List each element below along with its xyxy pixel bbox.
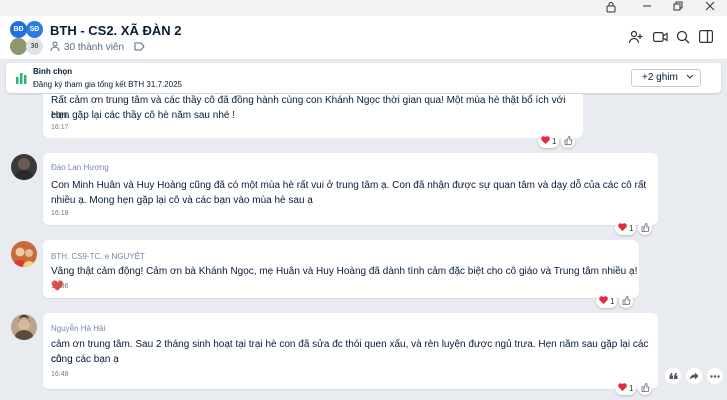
restore-icon[interactable] [671, 1, 685, 15]
reaction-group[interactable]: 1 [615, 379, 653, 397]
heart-reaction[interactable]: 1 [615, 381, 637, 395]
like-button[interactable] [619, 292, 634, 310]
close-icon[interactable] [703, 1, 717, 15]
search-icon[interactable] [676, 30, 692, 46]
message-line: Vâng thật cảm động! Cảm ơn bà Khánh Ngọc… [51, 266, 638, 292]
reaction-count: 1 [629, 383, 634, 393]
forward-icon[interactable] [686, 368, 702, 384]
like-button[interactable] [638, 219, 653, 237]
message-bubble[interactable]: Nguyễn Hà Hải cảm ơn trung tâm. Sau 2 th… [43, 313, 658, 389]
conversation-header: BĐ SĐ 30 BTH - CS2. XÃ ĐÀN 2 30 thành vi… [0, 16, 727, 60]
poll-icon [16, 71, 27, 89]
group-name: BTH - CS2. XÃ ĐÀN 2 [50, 23, 182, 38]
sender-name[interactable]: BTH. CS9-TC. e NGUYỆT [51, 252, 145, 261]
add-member-icon[interactable] [628, 30, 645, 46]
thumbs-up-icon [622, 292, 631, 310]
heart-icon [618, 383, 627, 393]
minimize-icon[interactable] [640, 1, 654, 15]
thumbs-up-icon [564, 132, 573, 150]
thumbs-up-icon [641, 379, 650, 397]
avatar-right: SĐ [26, 21, 43, 38]
window-title-bar [0, 0, 727, 16]
message-line: nhiều ạ. Mong hẹn gặp lại cô và các bạn … [51, 195, 313, 206]
user-icon [50, 41, 60, 54]
message-line: cảm ơn trung tâm. Sau 2 tháng sinh hoạt … [51, 339, 649, 365]
message-time: 16:48 [51, 371, 69, 378]
pinned-title: Bình chọn [33, 67, 73, 76]
sidebar-toggle-icon[interactable] [699, 30, 715, 46]
pinned-message-bar[interactable]: Bình chọn Đăng ký tham gia tổng kết BTH … [6, 63, 721, 93]
avatar-count: 30 [26, 38, 43, 55]
reaction-count: 1 [552, 136, 557, 146]
message-line: cùng các bạn ạ [51, 354, 119, 365]
message-line: Hẹn gặp lại các thầy cô hè năm sau nhé ! [51, 110, 236, 121]
heart-reaction[interactable]: 1 [538, 134, 560, 148]
avatar-left: BĐ [10, 21, 27, 38]
message-bubble[interactable]: BTH. CS9-TC. e NGUYỆT Vâng thật cảm động… [43, 240, 639, 298]
heart-icon [599, 296, 608, 306]
avatar[interactable] [11, 241, 37, 267]
message-line: Con Minh Huân và Huy Hoàng cũng đã có mộ… [51, 180, 647, 191]
lock-icon[interactable] [604, 1, 618, 15]
heart-reaction[interactable]: 1 [596, 294, 618, 308]
avatar[interactable] [11, 154, 37, 180]
sender-name[interactable]: Nguyễn Hà Hải [51, 324, 105, 333]
more-options-icon[interactable] [707, 368, 723, 384]
member-count: 30 thành viên [64, 42, 125, 53]
video-call-icon[interactable] [653, 30, 669, 46]
more-pins-button[interactable]: +2 ghim [631, 69, 701, 87]
tag-icon[interactable] [134, 42, 145, 54]
like-button[interactable] [638, 379, 653, 397]
heart-icon [541, 136, 550, 146]
chevron-down-icon [686, 70, 694, 86]
avatar-photo [10, 38, 27, 55]
thumbs-up-icon [641, 219, 650, 237]
message-time: 16:36 [51, 283, 69, 290]
reaction-group[interactable]: 1 [615, 219, 653, 237]
reaction-count: 1 [629, 223, 634, 233]
reaction-group[interactable]: 1 [538, 132, 576, 150]
pinned-subtitle: Đăng ký tham gia tổng kết BTH 31.7.2025 [33, 80, 182, 89]
message-time: 16:17 [51, 124, 69, 131]
quote-icon[interactable] [665, 368, 681, 384]
message-time: 16:18 [51, 210, 69, 217]
reaction-group[interactable]: 1 [596, 292, 634, 310]
heart-reaction[interactable]: 1 [615, 221, 637, 235]
like-button[interactable] [561, 132, 576, 150]
sender-name[interactable]: Đào Lan Hương [51, 163, 109, 172]
heart-icon [618, 223, 627, 233]
more-pins-label: +2 ghim [642, 72, 678, 83]
member-info[interactable]: 30 thành viên [50, 41, 145, 54]
reaction-count: 1 [610, 296, 615, 306]
avatar[interactable] [11, 314, 37, 340]
message-bubble[interactable]: Đào Lan Hương Con Minh Huân và Huy Hoàng… [43, 153, 658, 225]
group-avatar[interactable]: BĐ SĐ 30 [10, 21, 44, 55]
